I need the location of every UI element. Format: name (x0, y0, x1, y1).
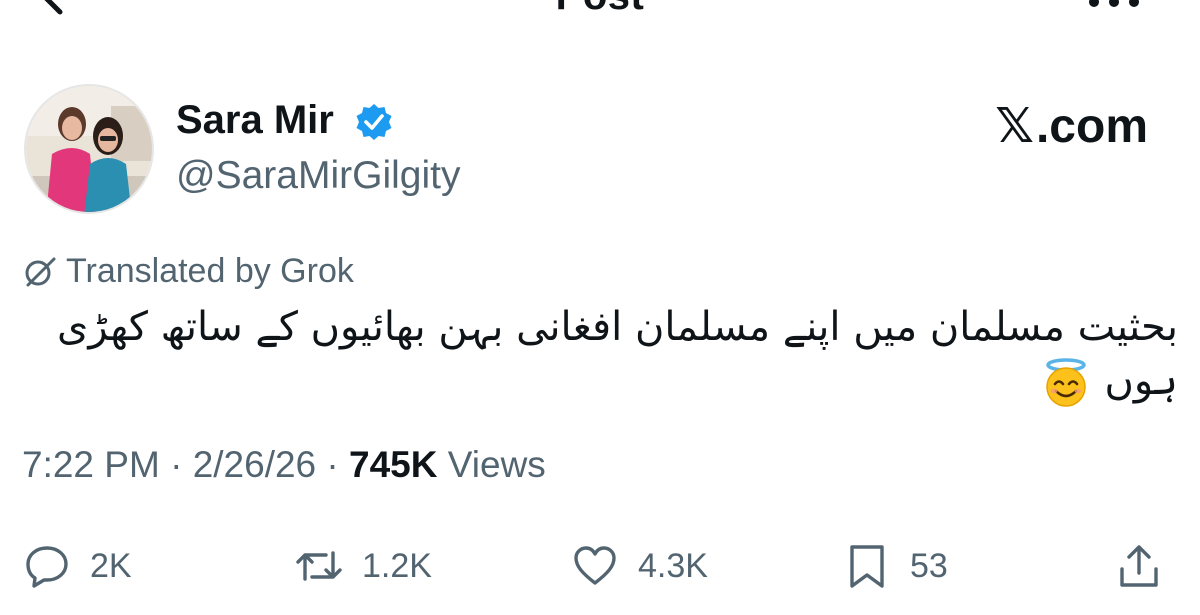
reply-count: 2K (90, 546, 132, 585)
post-meta: 7:22 PM · 2/26/26 · 745K Views (22, 444, 546, 486)
repost-icon (296, 551, 342, 581)
author-handle[interactable]: @SaraMirGilgity (176, 154, 460, 198)
avatar[interactable] (24, 84, 154, 214)
x-brand-logo: 𝕏 .com (995, 98, 1148, 154)
views-count: 745K (349, 444, 438, 485)
post-time[interactable]: 7:22 PM (22, 444, 160, 485)
meta-separator: · (170, 444, 183, 485)
page-title: Post (0, 0, 1200, 19)
tweet-text: بحثیت مسلمان میں اپنے مسلمان افغانی بہن … (28, 300, 1178, 409)
bookmark-count: 53 (910, 546, 948, 585)
grok-icon (25, 257, 56, 286)
heart-icon (574, 546, 616, 585)
tweet-text-content: بحثیت مسلمان میں اپنے مسلمان افغانی بہن … (57, 304, 1178, 404)
like-button[interactable]: 4.3K (572, 536, 708, 596)
author-display-name[interactable]: Sara Mir (176, 98, 334, 143)
repost-count: 1.2K (362, 546, 432, 585)
smiling-face-with-halo-icon (1046, 358, 1086, 407)
post-actions-bar: 2K 1.2K 4.3K 53 (0, 536, 1200, 596)
share-icon (1120, 545, 1158, 587)
meta-separator: · (326, 444, 339, 485)
share-button[interactable] (1116, 536, 1162, 596)
translation-label: Translated by Grok (66, 252, 354, 290)
like-count: 4.3K (638, 546, 708, 585)
repost-button[interactable]: 1.2K (296, 536, 432, 596)
brand-domain: .com (1035, 100, 1148, 153)
reply-icon (26, 546, 68, 588)
verified-badge-icon (356, 104, 392, 140)
reply-button[interactable]: 2K (24, 536, 132, 596)
translation-notice: Translated by Grok (22, 252, 354, 291)
bookmark-button[interactable]: 53 (844, 536, 948, 596)
avatar-photo (26, 86, 152, 212)
more-options-icon[interactable] (1084, 0, 1144, 14)
views-label: Views (447, 444, 546, 485)
post-page: Post Sara Mir @SaraMirGilgity 𝕏 (0, 0, 1200, 615)
post-date[interactable]: 2/26/26 (193, 444, 316, 485)
x-logo-icon: 𝕏 (995, 98, 1034, 154)
bookmark-icon (850, 545, 884, 588)
